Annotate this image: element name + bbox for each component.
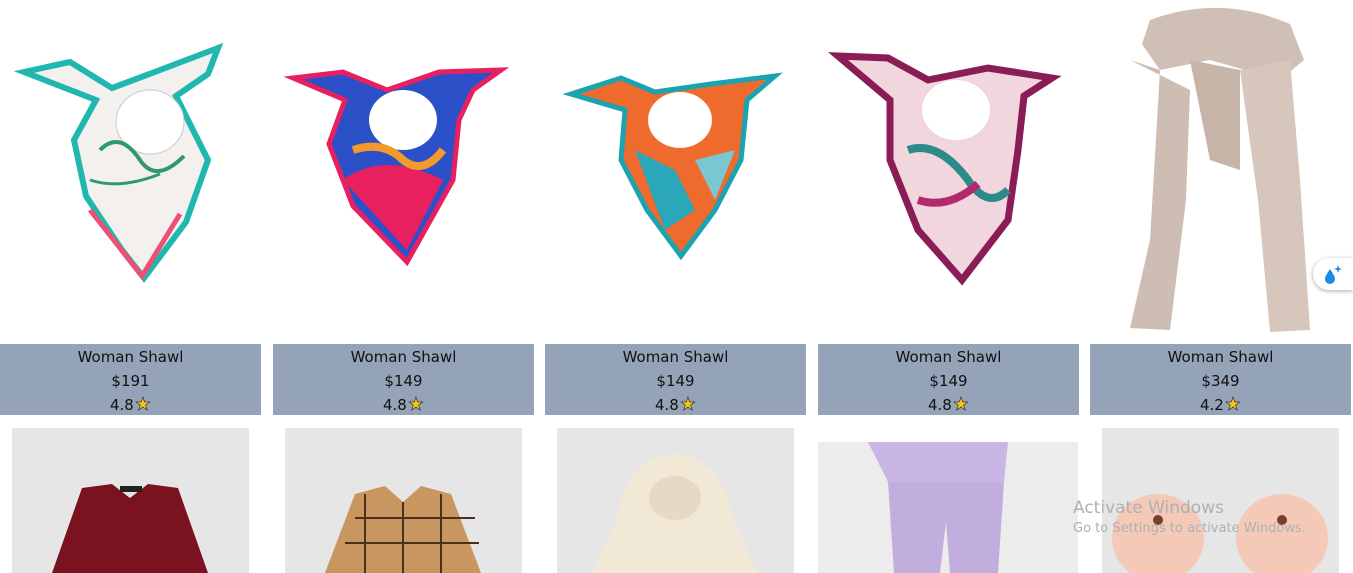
product-title: Woman Shawl bbox=[350, 348, 457, 366]
watermark-subtitle: Go to Settings to activate Windows. bbox=[1073, 521, 1306, 536]
product-image-4[interactable] bbox=[818, 0, 1079, 340]
rating-value: 4.8 bbox=[110, 396, 134, 414]
watermark-title: Activate Windows bbox=[1073, 498, 1224, 518]
product-image-9[interactable] bbox=[818, 442, 1078, 573]
rating-value: 4.2 bbox=[1200, 396, 1224, 414]
product-info-5[interactable]: Woman Shawl $349 4.2 ★ bbox=[1090, 344, 1351, 415]
star-icon: ★ bbox=[679, 394, 697, 415]
product-image-6[interactable] bbox=[12, 428, 249, 573]
product-image-5[interactable] bbox=[1090, 0, 1351, 340]
product-title: Woman Shawl bbox=[895, 348, 1002, 366]
rating-value: 4.8 bbox=[383, 396, 407, 414]
product-price: $349 bbox=[1201, 372, 1240, 390]
product-info-3[interactable]: Woman Shawl $149 4.8 ★ bbox=[545, 344, 806, 415]
star-icon: ★ bbox=[952, 394, 970, 415]
activate-windows-watermark: Activate Windows Go to Settings to activ… bbox=[1073, 498, 1306, 536]
product-image-7[interactable] bbox=[285, 428, 522, 573]
product-title: Woman Shawl bbox=[1167, 348, 1274, 366]
product-rating: 4.8 ★ bbox=[273, 394, 534, 415]
product-title: Woman Shawl bbox=[77, 348, 184, 366]
rating-value: 4.8 bbox=[655, 396, 679, 414]
product-info-2[interactable]: Woman Shawl $149 4.8 ★ bbox=[273, 344, 534, 415]
product-price: $149 bbox=[929, 372, 968, 390]
product-rating: 4.8 ★ bbox=[545, 394, 806, 415]
floating-action-button[interactable] bbox=[1313, 258, 1353, 290]
product-image-3[interactable] bbox=[545, 0, 806, 340]
star-icon: ★ bbox=[407, 394, 425, 415]
product-image-8[interactable] bbox=[557, 428, 794, 573]
product-price: $149 bbox=[384, 372, 423, 390]
product-info-1[interactable]: Woman Shawl $191 4.8 ★ bbox=[0, 344, 261, 415]
product-title: Woman Shawl bbox=[622, 348, 729, 366]
product-info-4[interactable]: Woman Shawl $149 4.8 ★ bbox=[818, 344, 1079, 415]
product-price: $191 bbox=[111, 372, 150, 390]
product-rating: 4.8 ★ bbox=[818, 394, 1079, 415]
product-rating: 4.8 ★ bbox=[0, 394, 261, 415]
product-image-1[interactable] bbox=[0, 0, 261, 340]
product-image-2[interactable] bbox=[273, 0, 534, 340]
water-drop-sparkle-icon bbox=[1325, 265, 1342, 284]
star-icon: ★ bbox=[134, 394, 152, 415]
product-rating: 4.2 ★ bbox=[1090, 394, 1351, 415]
rating-value: 4.8 bbox=[928, 396, 952, 414]
product-price: $149 bbox=[656, 372, 695, 390]
star-icon: ★ bbox=[1224, 394, 1242, 415]
